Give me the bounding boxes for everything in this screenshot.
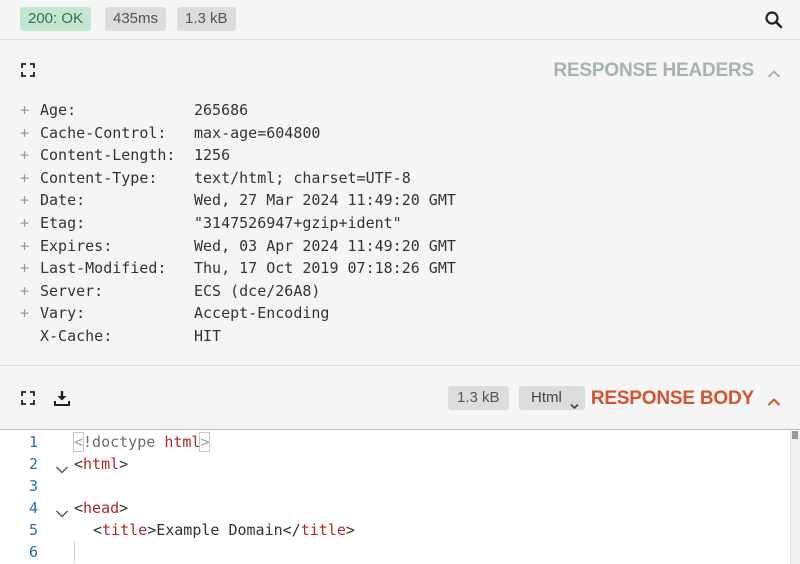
- header-name: X-Cache:: [40, 326, 113, 345]
- code-line: 4 <head>: [0, 497, 790, 519]
- fold-chevron-icon[interactable]: [55, 503, 69, 518]
- code-line: 2 <html>: [0, 453, 790, 475]
- line-number: 5: [28, 521, 38, 539]
- response-headers-title[interactable]: RESPONSE HEADERS: [553, 60, 754, 82]
- format-select[interactable]: Html: [519, 386, 585, 410]
- header-name: Last-Modified:: [40, 259, 167, 278]
- bracket-close: >: [199, 432, 211, 452]
- code-line: 5 <title>Example Domain</title>: [0, 519, 790, 541]
- scrollbar-thumb[interactable]: [792, 431, 798, 439]
- search-icon[interactable]: [764, 10, 784, 30]
- expand-header-button[interactable]: +: [20, 257, 34, 280]
- fold-chevron-icon[interactable]: [55, 459, 69, 474]
- line-number: 2: [28, 455, 38, 473]
- code-text: <head>: [74, 497, 128, 519]
- editor-scrollbar[interactable]: [790, 431, 800, 564]
- code-text: <html>: [74, 453, 128, 475]
- indent-guide: [74, 541, 75, 563]
- response-status-bar: 200: OK 435ms 1.3 kB: [0, 0, 800, 40]
- code-text: <!doctype html>: [72, 431, 211, 453]
- chevron-up-icon[interactable]: [767, 394, 781, 406]
- chevron-down-icon: [570, 394, 579, 410]
- header-value: 1256: [194, 146, 231, 165]
- bracket-close: >: [119, 499, 129, 517]
- chevron-up-icon[interactable]: [767, 66, 781, 78]
- header-value: max-age=604800: [194, 123, 321, 142]
- bracket-open: <: [74, 455, 84, 473]
- code-text: <title>Example Domain</title>: [93, 519, 355, 541]
- expand-header-button[interactable]: +: [20, 167, 34, 190]
- expand-icon[interactable]: [20, 390, 36, 406]
- header-name: Etag:: [40, 213, 86, 232]
- bracket-close: >: [147, 521, 157, 539]
- header-value: Wed, 03 Apr 2024 11:49:20 GMT: [194, 236, 456, 255]
- tag-name: html: [164, 433, 201, 451]
- bracket-open: <: [93, 521, 103, 539]
- header-value: ECS (dce/26A8): [194, 281, 321, 300]
- download-icon[interactable]: [53, 389, 71, 407]
- header-name: Server:: [40, 281, 104, 300]
- expand-header-button[interactable]: +: [20, 122, 34, 145]
- header-name: Date:: [40, 191, 86, 210]
- header-name: Cache-Control:: [40, 123, 167, 142]
- tag-name: head: [83, 499, 120, 517]
- header-value: Accept-Encoding: [194, 304, 330, 323]
- header-value: 265686: [194, 101, 249, 119]
- expand-header-button[interactable]: +: [20, 212, 34, 235]
- bracket-close: >: [345, 521, 355, 539]
- response-body-toolbar: 1.3 kB Html RESPONSE BODY: [0, 366, 800, 430]
- expand-header-button[interactable]: +: [20, 144, 34, 167]
- bracket-close: >: [119, 455, 129, 473]
- header-name: Expires:: [40, 236, 113, 255]
- status-badge: 200: OK: [20, 7, 92, 31]
- bracket-open: <: [74, 499, 84, 517]
- line-number: 6: [28, 543, 38, 561]
- expand-icon[interactable]: [20, 62, 36, 78]
- response-body-title[interactable]: RESPONSE BODY: [591, 388, 754, 410]
- header-name: Vary:: [40, 304, 86, 323]
- header-value: HIT: [194, 326, 222, 345]
- header-value: Wed, 27 Mar 2024 11:49:20 GMT: [194, 191, 456, 210]
- response-headers-panel: RESPONSE HEADERS + Age: 265686 + Cache-Cont…: [0, 40, 800, 366]
- format-select-value: Html: [531, 389, 562, 406]
- bracket-open: <: [72, 432, 85, 452]
- header-value: Thu, 17 Oct 2019 07:18:26 GMT: [194, 259, 456, 278]
- response-time-badge: 435ms: [105, 7, 167, 31]
- tag-name: title: [300, 521, 346, 539]
- title-text: Example Domain: [156, 521, 283, 539]
- code-editor[interactable]: 1 <!doctype html> 2 <html> 3 4 <head> 5 …: [0, 431, 800, 564]
- expand-header-button[interactable]: +: [20, 99, 34, 122]
- expand-header-button[interactable]: +: [20, 302, 34, 325]
- header-name: Content-Length:: [40, 146, 176, 165]
- code-line: 1 <!doctype html>: [0, 431, 790, 453]
- code-line: 6: [0, 541, 790, 563]
- code-line: 3: [0, 475, 790, 497]
- expand-header-button[interactable]: +: [20, 280, 34, 303]
- doctype-keyword: !doctype: [83, 433, 156, 451]
- header-name: Content-Type:: [40, 168, 158, 187]
- tag-name: title: [102, 521, 148, 539]
- tag-name: html: [83, 455, 120, 473]
- header-value: "3147526947+gzip+ident": [194, 213, 402, 232]
- line-number: 3: [28, 477, 38, 495]
- header-name: Age:: [40, 101, 77, 119]
- body-size-badge: 1.3 kB: [448, 386, 509, 410]
- bracket-open: </: [282, 521, 301, 539]
- header-value: text/html; charset=UTF-8: [194, 168, 411, 187]
- response-size-badge: 1.3 kB: [177, 7, 236, 31]
- line-number: 1: [28, 433, 38, 451]
- line-number: 4: [28, 499, 38, 517]
- expand-header-button[interactable]: +: [20, 235, 34, 258]
- expand-header-button[interactable]: +: [20, 189, 34, 212]
